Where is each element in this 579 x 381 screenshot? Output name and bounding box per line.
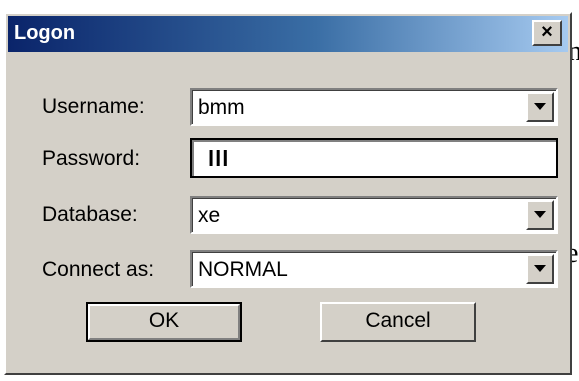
password-field[interactable]: lll: [190, 138, 558, 178]
password-masked-value[interactable]: lll: [208, 146, 229, 172]
ok-button-label: OK: [148, 309, 180, 332]
connect-as-select[interactable]: NORMAL: [190, 250, 558, 288]
ok-button[interactable]: OK: [86, 302, 242, 342]
connect-as-label: Connect as:: [42, 258, 155, 281]
database-label: Database:: [42, 203, 138, 226]
connect-as-dropdown-button[interactable]: [526, 254, 554, 284]
username-combobox[interactable]: bmm: [190, 88, 558, 126]
chevron-down-icon: [534, 103, 546, 110]
connect-as-value: NORMAL: [198, 258, 288, 281]
chevron-down-icon: [534, 211, 546, 218]
username-dropdown-button[interactable]: [526, 92, 554, 122]
chevron-down-icon: [534, 265, 546, 272]
window-title: Logon: [14, 22, 76, 44]
title-bar[interactable]: Logon ×: [8, 16, 568, 52]
logon-dialog: Logon × Username: bmm Password: lll Data…: [4, 12, 572, 375]
close-icon: ×: [541, 21, 553, 43]
database-dropdown-button[interactable]: [526, 200, 554, 230]
username-value[interactable]: bmm: [198, 96, 245, 120]
cancel-button-label: Cancel: [365, 309, 431, 332]
database-value[interactable]: xe: [198, 204, 220, 228]
cancel-button[interactable]: Cancel: [320, 302, 476, 342]
database-combobox[interactable]: xe: [190, 196, 558, 234]
password-label: Password:: [42, 147, 141, 170]
close-button[interactable]: ×: [532, 20, 562, 46]
username-label: Username:: [42, 95, 145, 118]
